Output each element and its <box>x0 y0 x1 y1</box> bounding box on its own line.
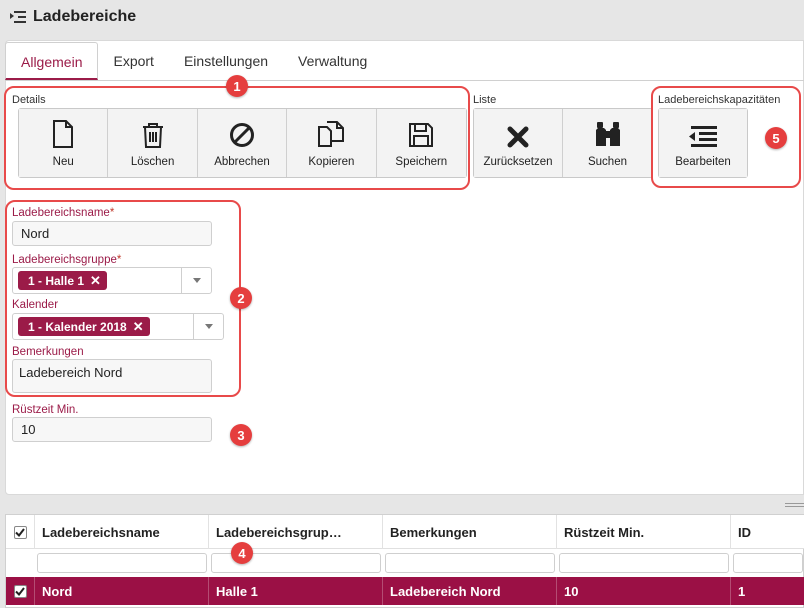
reset-x-icon <box>507 126 529 148</box>
callout-badge-1: 1 <box>226 75 248 97</box>
liste-group-label: Liste <box>473 94 497 106</box>
cell-bemerkungen: Ladebereich Nord <box>383 577 557 605</box>
row-checkbox[interactable] <box>13 584 27 598</box>
filter-ruestzeit-input[interactable] <box>559 553 729 573</box>
filter-cell <box>383 549 557 577</box>
tab-divider <box>5 80 804 81</box>
callout-badge-2: 2 <box>230 287 252 309</box>
callout-badge-5: 5 <box>765 127 787 149</box>
filter-cell <box>731 549 804 577</box>
select-all-cell <box>6 515 35 549</box>
filter-spacer <box>6 549 35 577</box>
filter-cell <box>35 549 209 577</box>
cell-name: Nord <box>35 577 209 605</box>
data-grid: Ladebereichsname Ladebereichsgrup… Bemer… <box>5 514 804 608</box>
check-icon <box>15 586 25 596</box>
tab-bar: Allgemein Export Einstellungen Verwaltun… <box>5 42 382 80</box>
check-icon <box>15 527 25 537</box>
window-title: Ladebereiche <box>33 7 137 25</box>
filter-cell <box>557 549 731 577</box>
liste-toolbar: Zurücksetzen Suchen <box>473 108 653 178</box>
filter-bemerkungen-input[interactable] <box>385 553 555 573</box>
table-row[interactable]: Nord Halle 1 Ladebereich Nord 10 1 <box>6 577 804 605</box>
ruestzeit-label: Rüstzeit Min. <box>12 404 79 416</box>
tab-allgemein[interactable]: Allgemein <box>5 42 99 80</box>
tab-export[interactable]: Export <box>98 42 168 80</box>
search-button[interactable]: Suchen <box>563 109 652 177</box>
tab-einstellungen[interactable]: Einstellungen <box>169 42 283 80</box>
grid-filter-row <box>6 549 804 577</box>
callout-badge-4: 4 <box>231 542 253 564</box>
ruestzeit-input[interactable]: 10 <box>12 417 212 442</box>
column-header-bemerkungen[interactable]: Bemerkungen <box>383 515 557 549</box>
filter-name-input[interactable] <box>37 553 207 573</box>
column-header-ruestzeit[interactable]: Rüstzeit Min. <box>557 515 731 549</box>
cell-id: 1 <box>738 583 746 599</box>
cell-gruppe: Halle 1 <box>209 577 383 605</box>
splitter-handle[interactable] <box>785 503 804 507</box>
column-header-id[interactable]: ID <box>731 515 804 549</box>
tab-verwaltung[interactable]: Verwaltung <box>283 42 382 80</box>
callout-box-2 <box>5 200 241 397</box>
search-button-label: Suchen <box>587 156 627 168</box>
reset-button[interactable]: Zurücksetzen <box>474 109 563 177</box>
cell-ruestzeit: 10 <box>557 577 731 605</box>
title-bar: Ladebereiche <box>0 0 804 33</box>
row-select-cell <box>6 577 35 605</box>
select-all-checkbox[interactable] <box>13 525 27 539</box>
callout-box-1 <box>4 86 470 190</box>
binoculars-icon <box>595 122 620 146</box>
filter-id-input[interactable] <box>733 553 803 573</box>
column-header-name[interactable]: Ladebereichsname <box>35 515 209 549</box>
list-indent-icon <box>10 10 26 24</box>
grid-header: Ladebereichsname Ladebereichsgrup… Bemer… <box>6 515 804 549</box>
callout-badge-3: 3 <box>230 424 252 446</box>
reset-button-label: Zurücksetzen <box>483 156 553 168</box>
